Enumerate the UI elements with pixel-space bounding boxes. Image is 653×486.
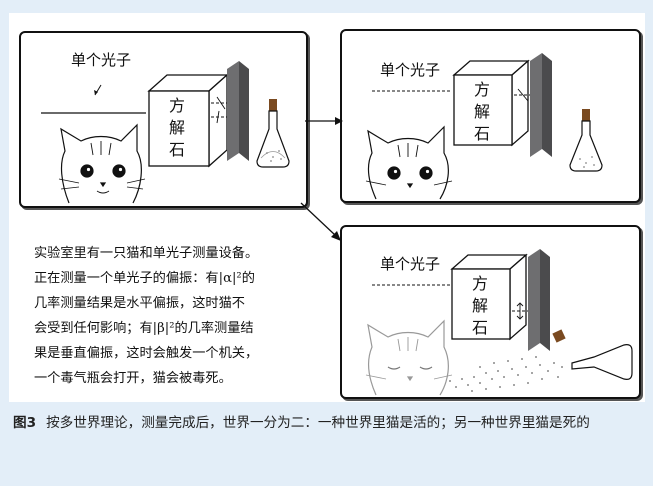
cat-alive — [58, 123, 146, 204]
poison-gas — [449, 356, 563, 392]
detector-plate-side — [239, 61, 249, 161]
calcite-char-1: 方 — [169, 96, 185, 115]
calcite-char-2: 解 — [474, 102, 490, 121]
arrow-to-dead — [300, 202, 336, 236]
figure-number: 图3 — [13, 415, 37, 431]
figure-frame: 单个光子 方 解 石 单个光子 方 解 石 单个光子 方 解 石 实验室里有一只… — [0, 0, 653, 486]
description-line: 几率测量结果是水平偏振，这时猫不 — [34, 296, 245, 311]
description-line: 正在测量一个单光子的偏振：有|α|²的 — [34, 271, 255, 286]
calcite-char-1: 方 — [472, 274, 488, 293]
poison-flask — [256, 99, 290, 168]
calcite-char-2: 解 — [169, 118, 185, 137]
poison-flask — [569, 109, 603, 172]
detector-plate — [530, 53, 542, 157]
description-line: 会受到任何影响；有|β|²的几率测量结 — [34, 321, 254, 336]
detector-plate-side — [542, 53, 552, 157]
detector-plate — [528, 249, 540, 351]
caption-text: 按多世界理论，测量完成后，世界一分为二：一种世界里猫是活的；另一种世界里猫是死的 — [46, 415, 590, 431]
world-dead-sketch: 方 解 石 — [365, 249, 633, 396]
world-alive-sketch: 方 解 石 — [365, 53, 603, 200]
panel-world-cat-dead: 单个光子 方 解 石 — [340, 225, 641, 399]
calcite-crystal: 方 解 石 — [450, 253, 528, 341]
figure-caption: 图3 按多世界理论，测量完成后，世界一分为二：一种世界里猫是活的；另一种世界里猫是… — [13, 412, 643, 434]
description-line: 一个毒气瓶会打开，猫会被毒死。 — [34, 371, 232, 386]
panel-initial-setup: 单个光子 方 解 石 — [19, 31, 308, 208]
calcite-crystal: 方 解 石 — [452, 59, 530, 147]
poison-flask-tipped — [571, 344, 633, 380]
calcite-char-2: 解 — [472, 296, 488, 315]
description-line: 果是垂直偏振，这时会触发一个机关， — [34, 346, 259, 361]
calcite-crystal: 方 解 石 — [147, 73, 229, 168]
figure-illustration: 单个光子 方 解 石 单个光子 方 解 石 单个光子 方 解 石 实验室里有一只… — [9, 13, 645, 402]
cat-alive — [365, 125, 453, 200]
description-line: 实验室里有一只猫和单光子测量设备。 — [34, 246, 259, 261]
experiment-description: 实验室里有一只猫和单光子测量设备。 正在测量一个单光子的偏振：有|α|²的 几率… — [34, 241, 334, 391]
setup-sketch: 方 解 石 — [41, 61, 290, 204]
panel-world-cat-alive: 单个光子 方 解 石 — [340, 29, 641, 203]
flask-cork — [552, 329, 566, 343]
detector-plate — [227, 61, 239, 161]
detector-plate-side — [540, 249, 550, 351]
calcite-char-1: 方 — [474, 80, 490, 99]
calcite-char-3: 石 — [474, 124, 490, 143]
cat-dead — [365, 319, 453, 396]
calcite-char-3: 石 — [169, 140, 185, 159]
calcite-char-3: 石 — [472, 318, 488, 337]
